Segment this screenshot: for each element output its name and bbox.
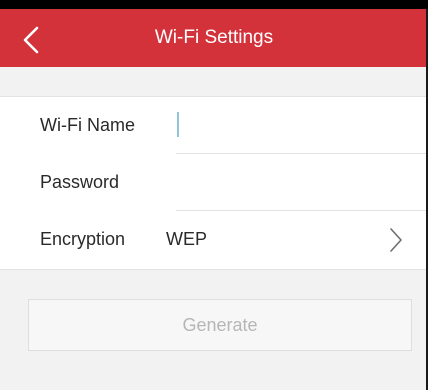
text-caret [177, 112, 179, 137]
status-bar-strip [0, 0, 428, 9]
password-row: Password [0, 154, 428, 211]
wifi-settings-form: Wi-Fi Name Password Encryption WEP [0, 96, 428, 270]
chevron-left-icon [23, 26, 39, 54]
page-title: Wi-Fi Settings [154, 27, 274, 48]
back-button[interactable] [14, 23, 48, 57]
password-input[interactable] [176, 166, 406, 199]
wifi-name-label: Wi-Fi Name [40, 115, 135, 135]
encryption-value: WEP [166, 229, 208, 249]
wifi-name-row: Wi-Fi Name [0, 97, 428, 154]
password-label: Password [40, 172, 120, 192]
generate-button[interactable]: Generate [28, 299, 412, 351]
chevron-right-icon [390, 228, 402, 252]
header-bar: Wi-Fi Settings [0, 9, 428, 67]
wifi-name-input[interactable] [176, 109, 406, 142]
encryption-row[interactable]: Encryption WEP [0, 211, 428, 268]
encryption-label: Encryption [40, 229, 126, 249]
